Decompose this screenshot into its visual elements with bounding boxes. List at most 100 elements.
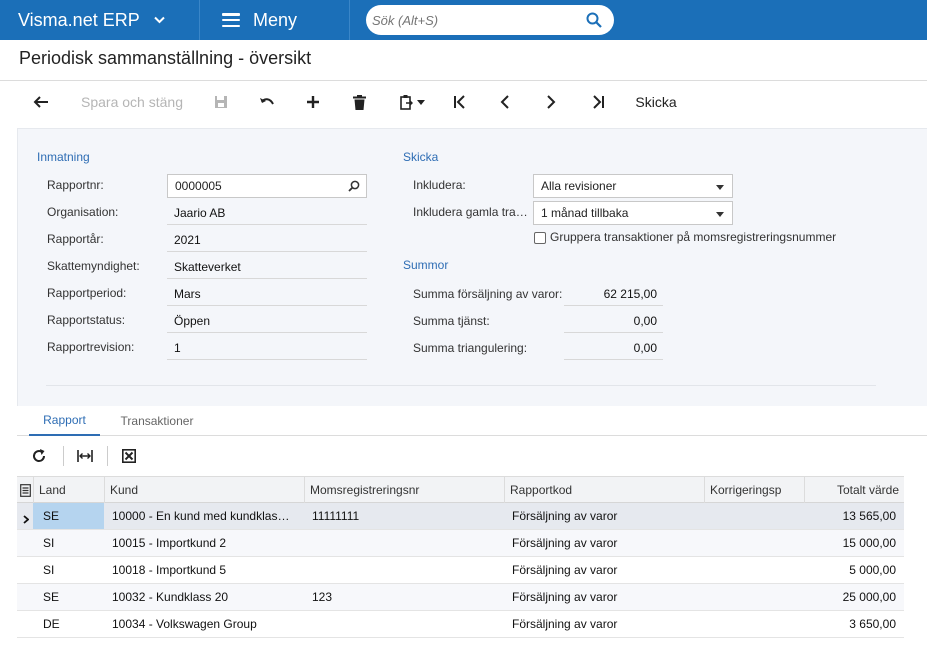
- label-rapportstatus: Rapportstatus:: [47, 313, 126, 327]
- cell-land[interactable]: DE: [43, 611, 103, 637]
- caret-down-icon: [716, 185, 724, 190]
- table-row[interactable]: SI 10015 - Importkund 2 Försäljning av v…: [17, 530, 904, 557]
- cell-kund[interactable]: 10034 - Volkswagen Group: [112, 611, 292, 637]
- cell-kund[interactable]: 10032 - Kundklass 20: [112, 584, 292, 610]
- save-and-close-label: Spara och stäng: [81, 94, 183, 110]
- column-header-totalt-varde[interactable]: Totalt värde: [804, 477, 904, 503]
- table-row[interactable]: SE 10000 - En kund med kundklas… 1111111…: [17, 503, 904, 530]
- cell-moms[interactable]: [312, 530, 492, 556]
- cell-kund[interactable]: 10000 - En kund med kundklas…: [112, 503, 292, 529]
- first-record-button[interactable]: [447, 84, 473, 120]
- cell-korrigering[interactable]: [712, 557, 802, 583]
- cell-totalt-varde[interactable]: 3 650,00: [804, 611, 896, 637]
- fit-columns-button[interactable]: [73, 444, 97, 468]
- label-rapportnr: Rapportnr:: [47, 178, 104, 192]
- cell-land[interactable]: SE: [33, 503, 104, 529]
- section-title-inmatning: Inmatning: [37, 150, 90, 164]
- rapportperiod-value: Mars: [167, 282, 367, 306]
- inkludera-gamla-select[interactable]: 1 månad tillbaka: [533, 201, 733, 225]
- trash-icon: [352, 94, 366, 110]
- excel-icon: [122, 449, 136, 463]
- table-row[interactable]: SI 10018 - Importkund 5 Försäljning av v…: [17, 557, 904, 584]
- summa-triangulering-value: 0,00: [564, 336, 663, 360]
- divider: [107, 446, 108, 466]
- cell-korrigering[interactable]: [712, 530, 802, 556]
- export-excel-button[interactable]: [117, 444, 141, 468]
- cell-rapportkod[interactable]: Försäljning av varor: [512, 557, 692, 583]
- cell-rapportkod[interactable]: Försäljning av varor: [512, 584, 692, 610]
- table-row[interactable]: DE 10034 - Volkswagen Group Försäljning …: [17, 611, 904, 638]
- chevron-down-icon: [154, 13, 165, 27]
- chevron-left-icon: [500, 95, 509, 109]
- tab-transaktioner[interactable]: Transaktioner: [112, 406, 202, 436]
- last-record-button[interactable]: [585, 84, 611, 120]
- cell-moms[interactable]: [312, 611, 492, 637]
- column-header-korrigering[interactable]: Korrigeringsp: [704, 477, 804, 503]
- cell-kund[interactable]: 10018 - Importkund 5: [112, 557, 292, 583]
- cell-korrigering[interactable]: [712, 611, 802, 637]
- cell-korrigering[interactable]: [712, 584, 802, 610]
- cell-totalt-varde[interactable]: 25 000,00: [804, 584, 896, 610]
- inkludera-value: Alla revisioner: [541, 179, 617, 193]
- inkludera-select[interactable]: Alla revisioner: [533, 174, 733, 198]
- section-title-summor: Summor: [403, 258, 449, 272]
- skattemyndighet-value: Skatteverket: [167, 255, 367, 279]
- section-title-skicka: Skicka: [403, 150, 439, 164]
- search-icon[interactable]: [348, 180, 360, 195]
- row-settings-icon[interactable]: [20, 484, 31, 500]
- tab-rapport[interactable]: Rapport: [29, 406, 100, 436]
- cell-moms[interactable]: 123: [312, 584, 492, 610]
- column-header-land[interactable]: Land: [33, 477, 104, 503]
- cell-kund[interactable]: 10015 - Importkund 2: [112, 530, 292, 556]
- column-header-momsregistreringsnr[interactable]: Momsregistreringsnr: [304, 477, 504, 503]
- label-inkludera: Inkludera:: [413, 178, 466, 192]
- rapportar-value: 2021: [167, 228, 367, 252]
- next-record-button[interactable]: [538, 84, 564, 120]
- save-button[interactable]: [208, 84, 234, 120]
- cell-totalt-varde[interactable]: 15 000,00: [804, 530, 896, 556]
- back-button[interactable]: [28, 84, 54, 120]
- grid-header: Land Kund Momsregistreringsnr Rapportkod…: [17, 476, 904, 503]
- previous-record-button[interactable]: [492, 84, 518, 120]
- divider: [46, 385, 876, 386]
- send-label: Skicka: [635, 94, 677, 110]
- cell-totalt-varde[interactable]: 13 565,00: [804, 503, 896, 529]
- divider: [0, 80, 927, 81]
- rapportrevision-value: 1: [167, 336, 367, 360]
- brand-switcher[interactable]: Visma.net ERP: [0, 0, 200, 40]
- cell-korrigering[interactable]: [712, 503, 802, 529]
- table-row[interactable]: SE 10032 - Kundklass 20 123 Försäljning …: [17, 584, 904, 611]
- undo-button[interactable]: [254, 84, 280, 120]
- column-header-rapportkod[interactable]: Rapportkod: [504, 477, 704, 503]
- cell-rapportkod[interactable]: Försäljning av varor: [512, 503, 692, 529]
- search-input[interactable]: [372, 12, 572, 28]
- cell-rapportkod[interactable]: Försäljning av varor: [512, 611, 692, 637]
- group-checkbox[interactable]: [534, 232, 546, 244]
- cell-land[interactable]: SE: [43, 584, 103, 610]
- save-and-close-button[interactable]: Spara och stäng: [72, 84, 192, 120]
- delete-button[interactable]: [346, 84, 372, 120]
- inkludera-gamla-value: 1 månad tillbaka: [541, 206, 629, 220]
- send-button[interactable]: Skicka: [628, 84, 684, 120]
- cell-totalt-varde[interactable]: 5 000,00: [804, 557, 896, 583]
- cell-rapportkod[interactable]: Försäljning av varor: [512, 530, 692, 556]
- cell-land[interactable]: SI: [43, 530, 103, 556]
- label-organisation: Organisation:: [47, 205, 119, 219]
- column-header-kund[interactable]: Kund: [104, 477, 304, 503]
- cell-land[interactable]: SI: [43, 557, 103, 583]
- page-title: Periodisk sammanställning - översikt: [19, 48, 312, 68]
- summa-tjanst-value: 0,00: [564, 309, 663, 333]
- main-toolbar: Spara och stäng Skicka: [0, 84, 927, 120]
- refresh-button[interactable]: [27, 444, 51, 468]
- plus-icon: [307, 96, 319, 108]
- cell-moms[interactable]: [312, 557, 492, 583]
- search-icon[interactable]: [586, 12, 602, 31]
- hamburger-icon: [222, 13, 240, 27]
- add-button[interactable]: [300, 84, 326, 120]
- clipboard-dropdown-button[interactable]: [392, 84, 432, 120]
- rapportnr-input[interactable]: 0000005: [167, 174, 367, 198]
- floppy-disk-icon: [215, 96, 227, 108]
- undo-icon: [260, 98, 274, 105]
- cell-moms[interactable]: 11111111: [312, 503, 492, 529]
- main-menu-button[interactable]: Meny: [200, 0, 350, 40]
